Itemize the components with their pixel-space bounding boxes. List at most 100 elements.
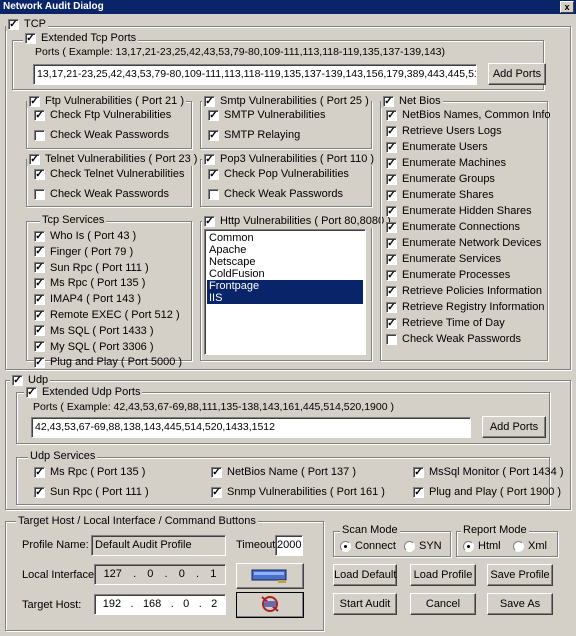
smtp-check-box[interactable]: ✓ xyxy=(204,95,215,107)
smtp-item-0-box[interactable]: ✓ xyxy=(208,109,219,121)
ip-octet[interactable]: 1 xyxy=(210,568,216,581)
tcp-service-item-0-box[interactable]: ✓ xyxy=(34,230,45,242)
ftp-item-0-box[interactable]: ✓ xyxy=(34,109,45,121)
local-interface-ip-field[interactable]: 127. 0. 0. 1 xyxy=(94,564,226,585)
udp-service-5[interactable]: ✓ Plug and Play ( Port 1900 ) xyxy=(413,485,561,499)
save-as-button[interactable]: Save As xyxy=(487,593,553,615)
tcp-service-item-4-box[interactable]: ✓ xyxy=(34,293,45,305)
http-check-box[interactable]: ✓ xyxy=(204,215,215,227)
netbios-item-11-box[interactable]: ✓ xyxy=(386,285,397,297)
tcp-service-item-1-box[interactable]: ✓ xyxy=(34,246,45,258)
ip-octet[interactable]: 127 xyxy=(104,568,122,581)
netbios-item-1[interactable]: ✓ Retrieve Users Logs xyxy=(386,124,502,138)
pop3-checkbox[interactable]: ✓ Pop3 Vulnerabilities ( Port 110 ) xyxy=(202,152,377,166)
netbios-item-7[interactable]: ✓ Enumerate Connections xyxy=(386,220,520,234)
network-card-button[interactable] xyxy=(236,563,304,589)
netbios-item-5[interactable]: ✓ Enumerate Shares xyxy=(386,188,494,202)
ip-octet[interactable]: 0 xyxy=(147,568,153,581)
netbios-item-6[interactable]: ✓ Enumerate Hidden Shares xyxy=(386,204,532,218)
udp-service-1-box[interactable]: ✓ xyxy=(34,486,45,498)
tcp-service-item-5-box[interactable]: ✓ xyxy=(34,309,45,321)
netbios-item-8[interactable]: ✓ Enumerate Network Devices xyxy=(386,236,541,250)
tcp-service-item-7-box[interactable]: ✓ xyxy=(34,341,45,353)
smtp-item-1-box[interactable]: ✓ xyxy=(208,129,219,141)
udp-service-4[interactable]: ✓ MsSql Monitor ( Port 1434 ) xyxy=(413,465,564,479)
smtp-checkbox[interactable]: ✓ Smtp Vulnerabilities ( Port 25 ) xyxy=(202,94,371,108)
netbios-checkbox[interactable]: ✓ Net Bios xyxy=(381,94,443,108)
report-html-radio-dot[interactable] xyxy=(463,540,474,552)
telnet-check-box[interactable]: ✓ xyxy=(29,153,40,165)
ftp-check-box[interactable]: ✓ xyxy=(29,95,40,107)
smtp-item-1[interactable]: ✓ SMTP Relaying xyxy=(208,128,300,142)
report-xml-radio-dot[interactable] xyxy=(513,540,524,552)
ftp-item-0[interactable]: ✓ Check Ftp Vulnerabilities xyxy=(34,108,171,122)
netbios-item-6-box[interactable]: ✓ xyxy=(386,205,397,217)
udp-service-3[interactable]: ✓ Snmp Vulnerabilities ( Port 161 ) xyxy=(211,485,385,499)
netbios-item-12[interactable]: ✓ Retrieve Registry Information xyxy=(386,300,544,314)
ip-octet[interactable]: 168 xyxy=(143,598,161,611)
report-html-radio[interactable]: Html xyxy=(463,539,501,553)
http-list-item[interactable]: Frontpage xyxy=(207,280,363,292)
pop3-item-0[interactable]: ✓ Check Pop Vulnerabilities xyxy=(208,167,349,181)
report-xml-radio[interactable]: Xml xyxy=(513,539,547,553)
tcp-service-item-6[interactable]: ✓ Ms SQL ( Port 1433 ) xyxy=(34,324,154,338)
http-list-item[interactable]: Apache xyxy=(207,244,363,256)
netbios-item-11[interactable]: ✓ Retrieve Policies Information xyxy=(386,284,542,298)
udp-ports-input[interactable]: 42,43,53,67-69,88,138,143,445,514,520,14… xyxy=(31,417,471,438)
http-checkbox[interactable]: ✓ Http Vulnerabilities ( Port 80,8080 ) xyxy=(202,214,393,228)
netbios-item-0-box[interactable]: ✓ xyxy=(386,109,397,121)
netbios-item-3[interactable]: ✓ Enumerate Machines xyxy=(386,156,506,170)
netbios-item-10-box[interactable]: ✓ xyxy=(386,269,397,281)
netbios-item-2-box[interactable]: ✓ xyxy=(386,141,397,153)
telnet-checkbox[interactable]: ✓ Telnet Vulnerabilities ( Port 23 ) xyxy=(27,152,200,166)
http-list-item[interactable]: IIS xyxy=(207,292,363,304)
udp-service-2-box[interactable]: ✓ xyxy=(211,466,222,478)
scan-connect-radio[interactable]: Connect xyxy=(340,539,396,553)
udp-service-0[interactable]: ✓ Ms Rpc ( Port 135 ) xyxy=(34,465,145,479)
close-button[interactable]: x xyxy=(560,1,574,13)
extended-tcp-check-box[interactable]: ✓ xyxy=(25,32,36,44)
profile-name-field[interactable]: Default Audit Profile xyxy=(91,535,226,556)
telnet-item-1[interactable]: Check Weak Passwords xyxy=(34,187,169,201)
netbios-item-2[interactable]: ✓ Enumerate Users xyxy=(386,140,488,154)
ftp-checkbox[interactable]: ✓ Ftp Vulnerabilities ( Port 21 ) xyxy=(27,94,186,108)
netbios-item-1-box[interactable]: ✓ xyxy=(386,125,397,137)
tcp-add-ports-button[interactable]: Add Ports xyxy=(488,63,546,85)
cancel-button[interactable]: Cancel xyxy=(410,593,476,615)
extended-udp-checkbox[interactable]: ✓ Extended Udp Ports xyxy=(24,385,143,399)
extended-tcp-checkbox[interactable]: ✓ Extended Tcp Ports xyxy=(23,31,139,45)
load-profile-button[interactable]: Load Profile xyxy=(410,564,476,586)
ip-octet[interactable]: 0 xyxy=(183,598,189,611)
smtp-item-0[interactable]: ✓ SMTP Vulnerabilities xyxy=(208,108,326,122)
tcp-service-item-3[interactable]: ✓ Ms Rpc ( Port 135 ) xyxy=(34,276,145,290)
save-profile-button[interactable]: Save Profile xyxy=(487,564,553,586)
tcp-ports-input[interactable]: 13,17,21-23,25,42,43,53,79-80,109-111,11… xyxy=(33,64,477,85)
telnet-item-0-box[interactable]: ✓ xyxy=(34,168,45,180)
netbios-check-box[interactable]: ✓ xyxy=(383,95,394,107)
tcp-service-item-4[interactable]: ✓ IMAP4 ( Port 143 ) xyxy=(34,292,141,306)
http-list-item[interactable]: Netscape xyxy=(207,256,363,268)
telnet-item-0[interactable]: ✓ Check Telnet Vulnerabilities xyxy=(34,167,185,181)
pop3-item-1[interactable]: Check Weak Passwords xyxy=(208,187,343,201)
tcp-service-item-2[interactable]: ✓ Sun Rpc ( Port 111 ) xyxy=(34,261,149,275)
telnet-item-1-box[interactable] xyxy=(34,188,45,200)
udp-add-ports-button[interactable]: Add Ports xyxy=(482,416,546,438)
netbios-item-9-box[interactable]: ✓ xyxy=(386,253,397,265)
netbios-item-13[interactable]: ✓ Retrieve Time of Day xyxy=(386,316,505,330)
tcp-service-item-7[interactable]: ✓ My SQL ( Port 3306 ) xyxy=(34,340,154,354)
udp-check-box[interactable]: ✓ xyxy=(12,374,23,386)
netbios-item-14[interactable]: Check Weak Passwords xyxy=(386,332,521,346)
ftp-item-1-box[interactable] xyxy=(34,129,45,141)
pop3-item-0-box[interactable]: ✓ xyxy=(208,168,219,180)
scan-syn-radio[interactable]: SYN xyxy=(404,539,442,553)
udp-service-2[interactable]: ✓ NetBios Name ( Port 137 ) xyxy=(211,465,356,479)
http-list-item[interactable]: Common xyxy=(207,232,363,244)
udp-service-4-box[interactable]: ✓ xyxy=(413,466,424,478)
netbios-item-14-box[interactable] xyxy=(386,333,397,345)
netbios-item-4[interactable]: ✓ Enumerate Groups xyxy=(386,172,495,186)
tcp-service-item-2-box[interactable]: ✓ xyxy=(34,262,45,274)
netbios-item-4-box[interactable]: ✓ xyxy=(386,173,397,185)
tcp-service-item-6-box[interactable]: ✓ xyxy=(34,325,45,337)
http-list-item[interactable]: ColdFusion xyxy=(207,268,363,280)
start-audit-button[interactable]: Start Audit xyxy=(333,593,397,615)
